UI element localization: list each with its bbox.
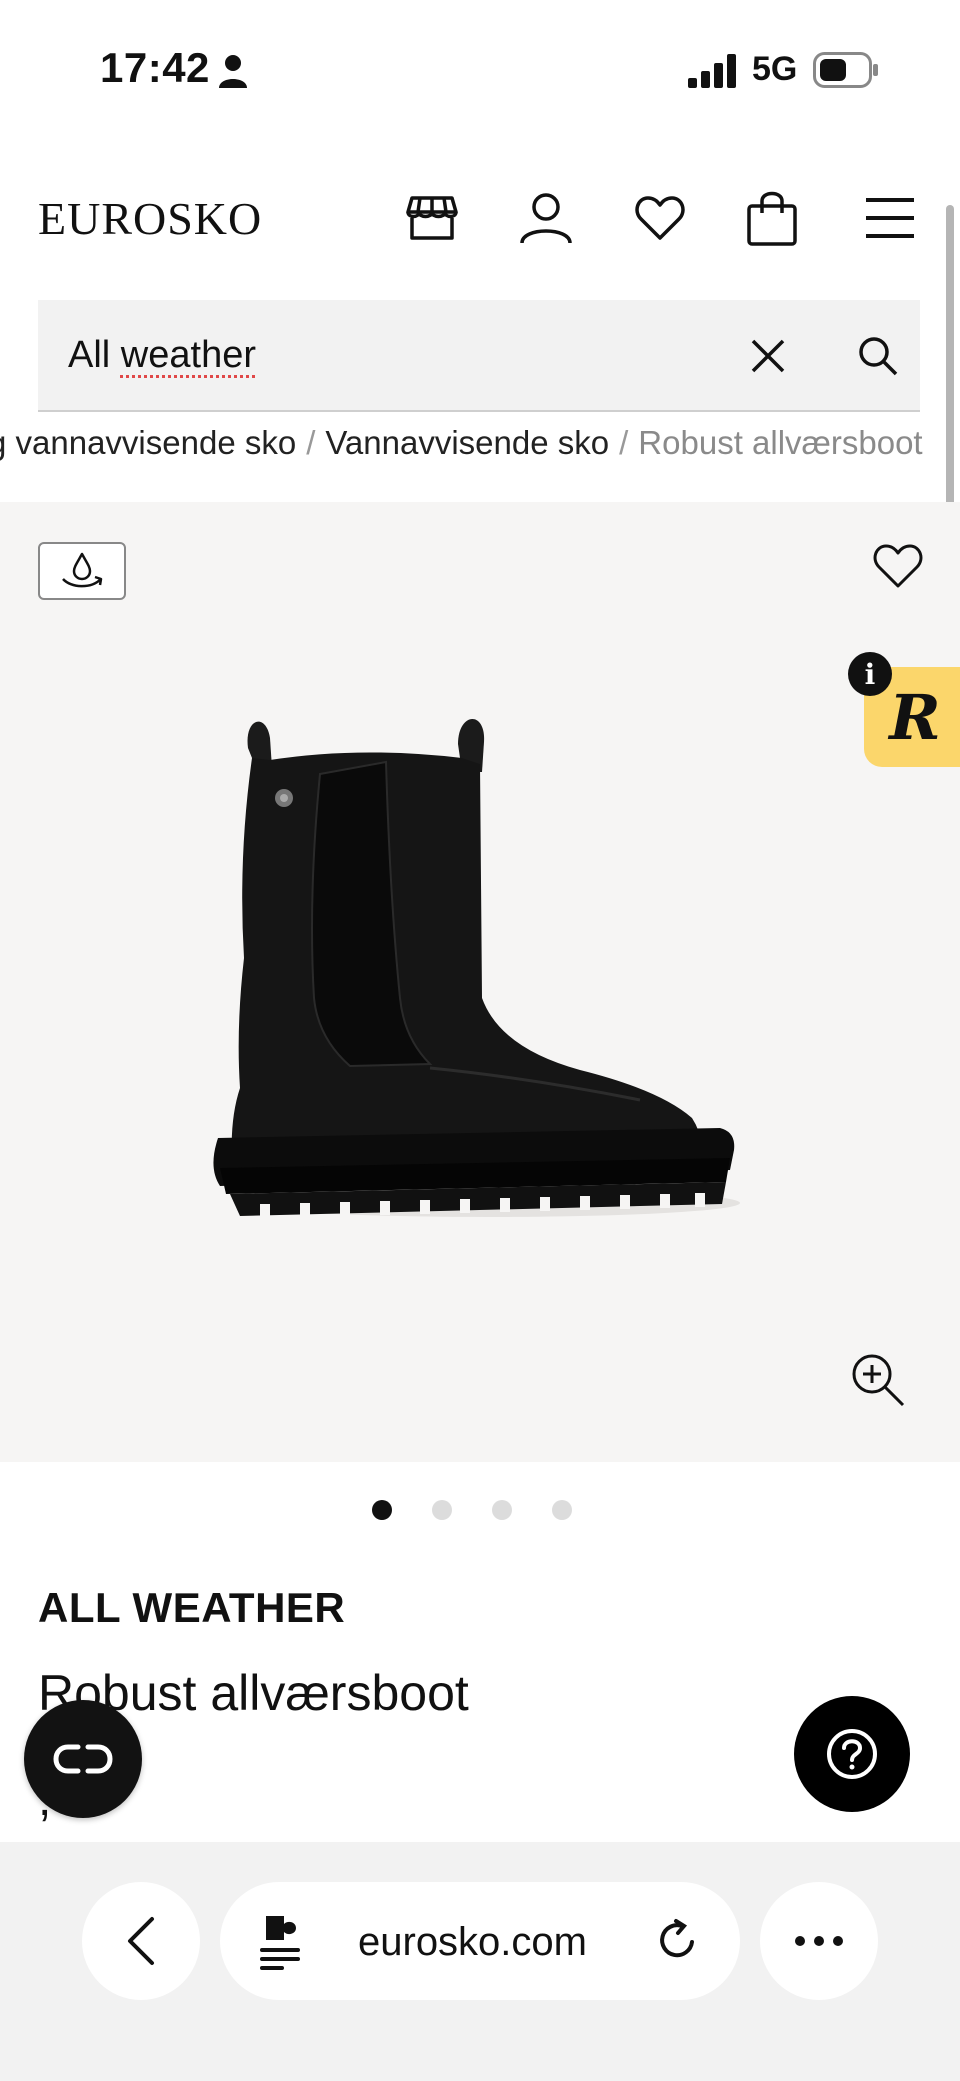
account-icon — [520, 193, 572, 244]
product-brand[interactable]: ALL WEATHER — [38, 1584, 345, 1632]
search-input-value[interactable]: All weather — [68, 334, 256, 377]
chevron-left-icon — [128, 1917, 154, 1965]
heart-icon — [873, 544, 923, 588]
reviews-info-icon[interactable]: i — [848, 652, 892, 696]
link-icon — [53, 1744, 113, 1774]
help-icon — [827, 1729, 877, 1779]
floating-link-button[interactable] — [24, 1700, 142, 1818]
reload-button[interactable] — [650, 1912, 706, 1968]
search-field[interactable]: All weather — [38, 300, 920, 412]
add-to-wishlist-button[interactable] — [866, 534, 930, 598]
browser-back-button[interactable] — [82, 1882, 200, 2000]
network-label: 5G — [752, 50, 798, 88]
site-header: EUROSKO — [0, 170, 960, 270]
person-icon — [219, 55, 247, 88]
pagination-dot-4[interactable] — [552, 1500, 572, 1520]
address-bar[interactable]: eurosko.com — [220, 1882, 740, 2000]
search-button[interactable] — [848, 326, 908, 386]
zoom-button[interactable] — [846, 1348, 910, 1412]
browser-toolbar: eurosko.com — [0, 1842, 960, 2081]
waterproof-icon — [62, 552, 103, 588]
bag-icon — [747, 191, 797, 246]
zoom-in-icon — [852, 1354, 905, 1407]
spellcheck-word: weather — [120, 334, 256, 376]
store-icon — [406, 196, 458, 240]
menu-button[interactable] — [860, 188, 920, 248]
breadcrumb-separator: / — [306, 424, 316, 461]
pagination-dot-2[interactable] — [432, 1500, 452, 1520]
wishlist-button[interactable] — [630, 188, 690, 248]
signal-icon — [688, 54, 736, 88]
browser-more-button[interactable] — [760, 1882, 878, 2000]
page-settings-icon — [260, 1916, 300, 1970]
account-button[interactable] — [516, 188, 576, 248]
eurosko-logo[interactable]: EUROSKO — [38, 192, 262, 245]
pagination-dot-1[interactable] — [372, 1500, 392, 1520]
reviews-logo: R — [889, 680, 941, 754]
more-icon — [795, 1936, 843, 1946]
pagination-dot-3[interactable] — [492, 1500, 512, 1520]
url-text: eurosko.com — [358, 1920, 587, 1964]
store-button[interactable] — [402, 188, 462, 248]
status-time: 17:42 — [100, 44, 210, 91]
gallery-pagination — [372, 1500, 572, 1520]
status-bar: 17:42 5G — [0, 0, 960, 140]
menu-icon — [866, 198, 914, 238]
product-gallery[interactable]: R i — [0, 502, 960, 1462]
clear-search-button[interactable] — [738, 326, 798, 386]
battery-icon — [813, 52, 878, 88]
help-button[interactable] — [794, 1696, 910, 1812]
breadcrumb-item[interactable]: Vannavvisende sko — [325, 424, 609, 461]
cart-button[interactable] — [742, 188, 802, 248]
heart-icon — [635, 196, 685, 240]
breadcrumb-separator: / — [619, 424, 629, 461]
reload-icon — [660, 1919, 694, 1958]
breadcrumb-item[interactable]: g vannavvisende sko — [0, 424, 296, 461]
product-image[interactable] — [200, 698, 760, 1258]
close-icon — [751, 339, 785, 373]
breadcrumb: g vannavvisende sko / Vannavvisende sko / Ro… — [0, 424, 923, 470]
search-icon — [859, 337, 898, 376]
waterproof-badge — [38, 542, 126, 600]
breadcrumb-current: Robust allværsboot — [638, 424, 923, 461]
